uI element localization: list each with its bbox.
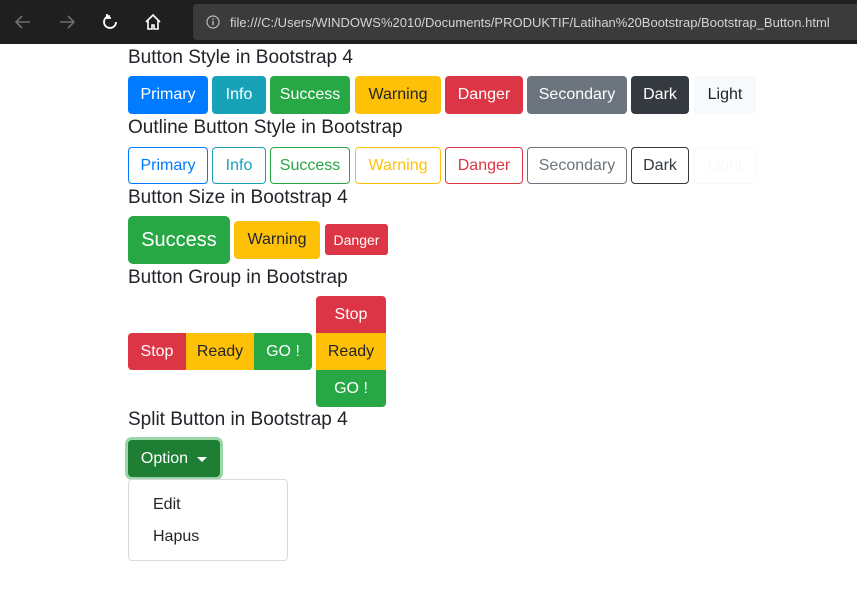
home-icon xyxy=(145,13,161,30)
section-title-styles: Button Style in Bootstrap 4 xyxy=(128,47,353,68)
back-arrow-icon xyxy=(14,15,30,29)
btn-outline-danger[interactable]: Danger xyxy=(445,147,523,184)
btn-large-success[interactable]: Success xyxy=(128,216,230,264)
back-button[interactable] xyxy=(8,7,38,37)
group-v-stop[interactable]: Stop xyxy=(316,296,386,333)
caret-down-icon xyxy=(197,456,208,462)
btn-outline-dark[interactable]: Dark xyxy=(631,147,689,184)
btn-default-warning[interactable]: Warning xyxy=(234,221,320,259)
btn-warning[interactable]: Warning xyxy=(355,76,441,114)
btn-light[interactable]: Light xyxy=(694,76,756,114)
btn-outline-primary[interactable]: Primary xyxy=(128,147,208,184)
forward-arrow-icon xyxy=(60,15,76,29)
group-v-go[interactable]: GO ! xyxy=(316,370,386,407)
home-button[interactable] xyxy=(138,7,168,37)
btn-outline-warning[interactable]: Warning xyxy=(355,147,441,184)
group-h-ready[interactable]: Ready xyxy=(186,333,254,370)
section-title-size: Button Size in Bootstrap 4 xyxy=(128,187,348,208)
btn-success[interactable]: Success xyxy=(270,76,350,114)
btn-small-danger[interactable]: Danger xyxy=(325,224,388,255)
address-bar[interactable]: file:///C:/Users/WINDOWS%2010/Documents/… xyxy=(193,4,857,40)
dropdown-menu: Edit Hapus xyxy=(128,479,288,561)
reload-button[interactable] xyxy=(95,7,125,37)
section-title-split: Split Button in Bootstrap 4 xyxy=(128,409,348,430)
group-v-ready[interactable]: Ready xyxy=(316,333,386,370)
group-h-go[interactable]: GO ! xyxy=(254,333,312,370)
dropdown-item-hapus[interactable]: Hapus xyxy=(153,528,199,546)
btn-dark[interactable]: Dark xyxy=(631,76,689,114)
info-icon[interactable] xyxy=(206,15,220,29)
forward-button[interactable] xyxy=(52,7,82,37)
btn-secondary[interactable]: Secondary xyxy=(527,76,627,114)
btn-outline-light[interactable]: Light xyxy=(694,147,756,184)
dropdown-item-edit[interactable]: Edit xyxy=(153,496,181,514)
btn-outline-success[interactable]: Success xyxy=(270,147,350,184)
split-option-button[interactable]: Option xyxy=(128,440,220,477)
btn-danger[interactable]: Danger xyxy=(445,76,523,114)
split-option-label: Option xyxy=(140,449,189,467)
btn-outline-secondary[interactable]: Secondary xyxy=(527,147,627,184)
btn-primary[interactable]: Primary xyxy=(128,76,208,114)
browser-toolbar: file:///C:/Users/WINDOWS%2010/Documents/… xyxy=(0,0,857,44)
btn-outline-info[interactable]: Info xyxy=(212,147,266,184)
section-title-outline: Outline Button Style in Bootstrap xyxy=(128,117,403,138)
group-h-stop[interactable]: Stop xyxy=(128,333,186,370)
reload-icon xyxy=(103,14,117,29)
url-text: file:///C:/Users/WINDOWS%2010/Documents/… xyxy=(230,14,830,30)
section-title-group: Button Group in Bootstrap xyxy=(128,267,348,288)
btn-info[interactable]: Info xyxy=(212,76,266,114)
